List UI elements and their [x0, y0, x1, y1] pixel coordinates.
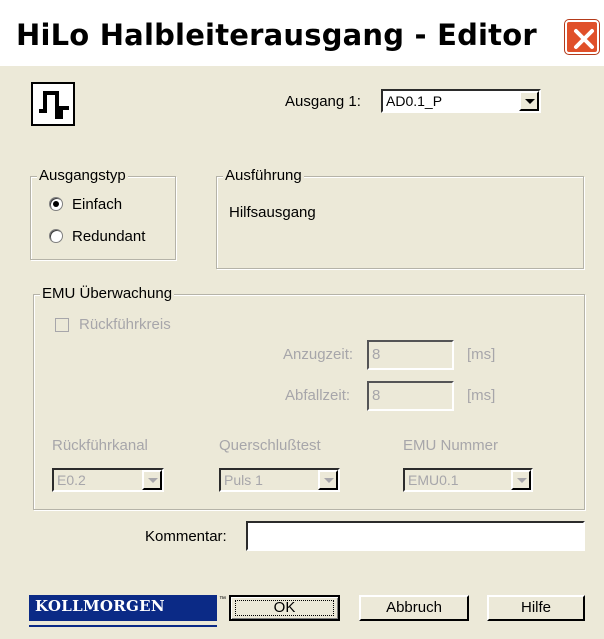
ausfuehrung-legend: Ausführung [223, 167, 304, 184]
rueckfuehrkanal-label: Rückführkanal [52, 437, 148, 454]
anzugzeit-label: Anzugzeit: [283, 346, 354, 363]
chevron-down-icon[interactable] [511, 470, 531, 490]
querschluss-label: Querschlußtest [219, 437, 321, 454]
output-select-value: AD0.1_P [386, 93, 443, 109]
window-title: HiLo Halbleiterausgang - Editor [16, 18, 537, 52]
anzugzeit-input[interactable]: 8 [367, 340, 454, 370]
anzugzeit-value: 8 [372, 346, 381, 363]
radio-redundant-label[interactable]: Redundant [72, 228, 145, 245]
radio-redundant[interactable] [49, 229, 63, 243]
ausgangstyp-legend: Ausgangstyp [37, 167, 128, 184]
abfallzeit-input[interactable]: 8 [367, 381, 454, 411]
focus-ring [235, 600, 334, 616]
rueckfuehrkreis-checkbox[interactable] [55, 318, 69, 332]
kommentar-input[interactable] [246, 521, 585, 551]
emu-nummer-value: EMU0.1 [408, 472, 459, 488]
radio-einfach[interactable] [49, 197, 63, 211]
querschluss-select[interactable]: Puls 1 [219, 468, 340, 492]
ausfuehrung-value: Hilfsausgang [229, 204, 316, 221]
abfallzeit-label: Abfallzeit: [285, 387, 351, 404]
cancel-button-label: Abbruch [386, 599, 442, 616]
ausfuehrung-group: Ausführung [216, 167, 584, 269]
close-icon [574, 29, 594, 49]
pulse-signal-icon [31, 82, 75, 126]
rueckfuehrkanal-value: E0.2 [57, 472, 86, 488]
help-button-label: Hilfe [520, 599, 551, 616]
cancel-button[interactable]: Abbruch [359, 595, 469, 621]
chevron-down-icon[interactable] [318, 470, 338, 490]
ausgangstyp-group: Ausgangstyp [30, 167, 176, 260]
logo-underline [29, 625, 217, 627]
title-bar[interactable]: HiLo Halbleiterausgang - Editor [0, 0, 604, 66]
kommentar-label: Kommentar: [145, 528, 227, 545]
chevron-down-icon[interactable] [519, 91, 539, 111]
abfallzeit-value: 8 [372, 387, 381, 404]
kollmorgen-logo: KOLLMORGEN [29, 595, 217, 621]
emu-legend: EMU Überwachung [40, 285, 175, 302]
radio-einfach-label[interactable]: Einfach [72, 196, 122, 213]
close-button[interactable] [565, 20, 599, 54]
abfallzeit-unit: [ms] [467, 387, 496, 404]
rueckfuehrkreis-label: Rückführkreis [79, 316, 171, 333]
chevron-down-icon[interactable] [142, 470, 162, 490]
ok-button[interactable]: OK [229, 595, 340, 621]
trademark-mark: ™ [219, 596, 226, 603]
querschluss-value: Puls 1 [224, 472, 263, 488]
output-select[interactable]: AD0.1_P [381, 89, 541, 113]
emu-nummer-select[interactable]: EMU0.1 [403, 468, 533, 492]
output-label: Ausgang 1: [285, 93, 361, 110]
anzugzeit-unit: [ms] [467, 346, 496, 363]
rueckfuehrkanal-select[interactable]: E0.2 [52, 468, 164, 492]
help-button[interactable]: Hilfe [487, 595, 585, 621]
emu-nummer-label: EMU Nummer [403, 437, 499, 454]
